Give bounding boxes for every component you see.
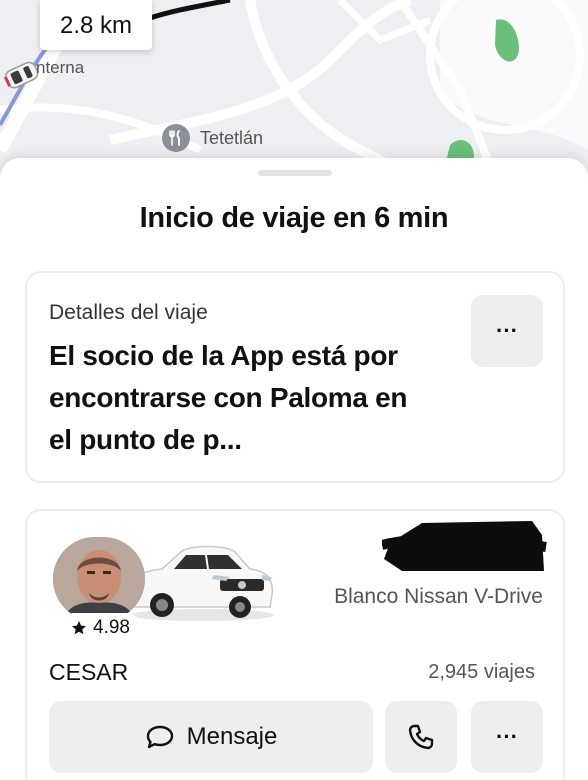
call-button[interactable] [385,701,457,773]
star-icon [72,621,86,635]
distance-value: 2.8 km [59,12,133,39]
car-image [129,545,274,621]
driver-rating: 4.98 [59,613,142,643]
phone-icon [408,724,434,750]
chat-bubble-icon [146,725,173,749]
message-button-label: Mensaje [186,723,278,750]
distance-badge: 2.8 km [40,0,152,50]
trip-details-text: El socio de la App está por encontrarse … [49,340,408,455]
route-line [149,0,231,21]
driver-name: CESAR [49,659,129,685]
trip-bottom-sheet: Inicio de viaje en 6 min Detalles del vi… [0,158,588,780]
driver-trips-count: 2,945 viajes [428,661,535,683]
trip-details-label: Detalles del viaje [49,301,208,324]
map-street-label: nterna [36,58,85,77]
rating-value: 4.98 [93,617,130,638]
driver-avatar[interactable] [53,537,145,621]
trip-more-button[interactable]: ··· [471,295,543,367]
restaurant-icon [162,124,190,152]
message-button[interactable]: Mensaje [49,701,373,773]
more-icon: ··· [496,318,518,343]
driver-more-button[interactable]: ··· [471,701,543,773]
sheet-title: Inicio de viaje en 6 min [139,202,449,234]
car-description: Blanco Nissan V-Drive [334,585,543,608]
driver-card: 4.98 Blanco Nissan V-Drive CESAR 2,945 v… [25,509,565,780]
poi-label: Tetetlán [200,127,264,148]
drag-handle[interactable] [258,170,332,176]
trip-details-card[interactable]: Detalles del viaje El socio de la App es… [25,271,565,483]
license-plate-redacted [382,521,547,571]
map-poi[interactable]: Tetetlán [162,124,263,152]
more-icon: ··· [496,724,518,749]
